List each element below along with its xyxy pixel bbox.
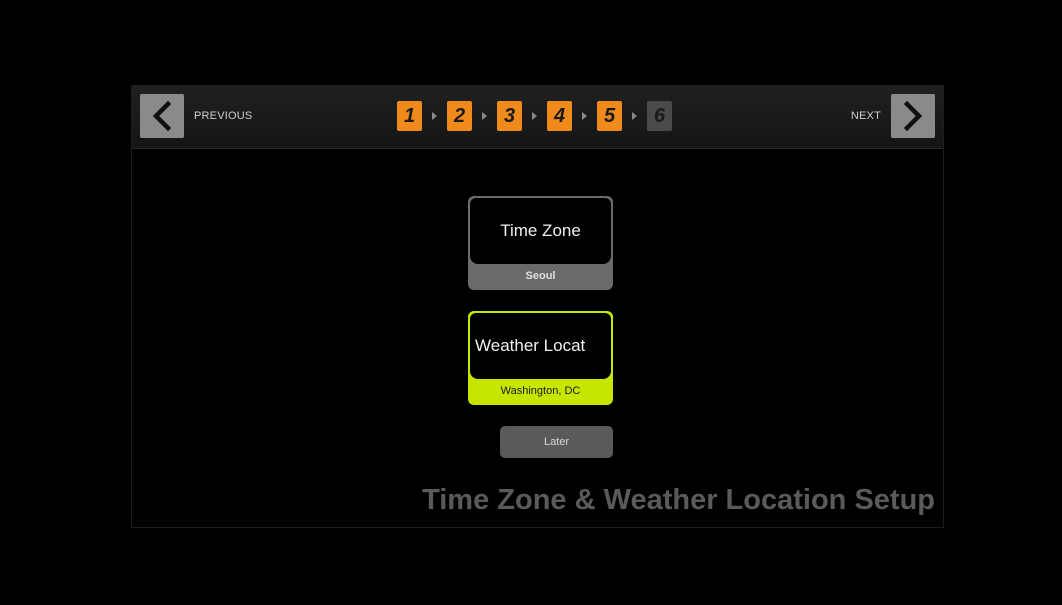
previous-label[interactable]: PREVIOUS bbox=[194, 110, 252, 122]
time-zone-card[interactable]: Time Zone Seoul bbox=[468, 196, 613, 290]
time-zone-value: Seoul bbox=[525, 270, 556, 282]
wizard-topbar: PREVIOUS 1 2 3 4 5 6 NEXT bbox=[132, 86, 943, 149]
setup-panel: PREVIOUS 1 2 3 4 5 6 NEXT Time Zone Seou… bbox=[131, 85, 944, 528]
screen: PREVIOUS 1 2 3 4 5 6 NEXT Time Zone Seou… bbox=[0, 0, 1062, 605]
step-2: 2 bbox=[447, 101, 472, 131]
chevron-right-icon bbox=[903, 101, 923, 131]
weather-location-title: Weather Locat bbox=[470, 313, 611, 379]
previous-button[interactable] bbox=[140, 94, 184, 138]
page-title: Time Zone & Weather Location Setup bbox=[422, 484, 935, 516]
step-separator-icon bbox=[632, 112, 637, 120]
next-label[interactable]: NEXT bbox=[851, 110, 881, 122]
step-3: 3 bbox=[497, 101, 522, 131]
step-5: 5 bbox=[597, 101, 622, 131]
step-separator-icon bbox=[432, 112, 437, 120]
step-separator-icon bbox=[532, 112, 537, 120]
weather-location-value: Washington, DC bbox=[500, 385, 581, 397]
next-button[interactable] bbox=[891, 94, 935, 138]
later-button[interactable]: Later bbox=[500, 426, 613, 458]
step-1: 1 bbox=[397, 101, 422, 131]
chevron-left-icon bbox=[152, 101, 172, 131]
step-4: 4 bbox=[547, 101, 572, 131]
step-separator-icon bbox=[582, 112, 587, 120]
step-indicator: 1 2 3 4 5 6 bbox=[397, 101, 672, 131]
weather-location-card[interactable]: Weather Locat Washington, DC bbox=[468, 311, 613, 405]
time-zone-title: Time Zone bbox=[470, 198, 611, 264]
step-6: 6 bbox=[647, 101, 672, 131]
step-separator-icon bbox=[482, 112, 487, 120]
